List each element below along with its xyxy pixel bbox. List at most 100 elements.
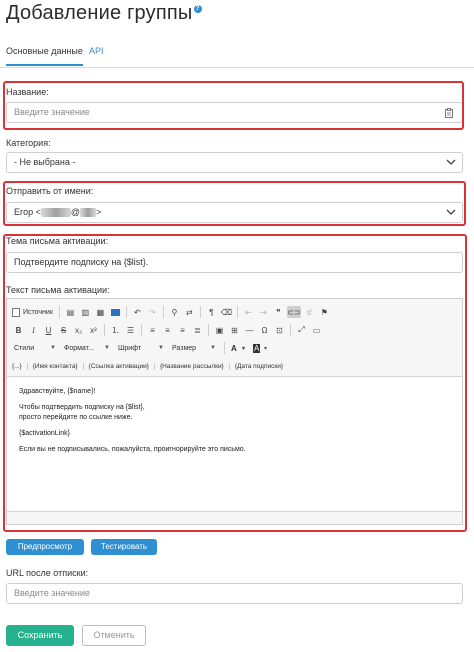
- tab-main-data[interactable]: Основные данные: [6, 46, 83, 66]
- font-label: Шрифт: [118, 344, 142, 352]
- redacted-email-user: [40, 208, 71, 218]
- toolbar-separator: [208, 324, 209, 336]
- unsubscribe-url-placeholder: Введите значение: [14, 588, 90, 598]
- maximize-icon[interactable]: ⤢: [295, 324, 308, 336]
- dropdown-arrow-icon: ▾: [241, 345, 245, 352]
- blockquote-icon[interactable]: ❞: [272, 306, 285, 318]
- insert-activation-link-button[interactable]: {Ссылка активации}: [89, 362, 155, 370]
- clipboard-icon[interactable]: [445, 108, 453, 118]
- align-left-icon[interactable]: ≡: [146, 324, 159, 336]
- toolbar-separator: [224, 342, 225, 354]
- redo-icon[interactable]: ↷: [146, 306, 159, 318]
- dropdown-arrow-icon: ▾: [263, 345, 267, 352]
- name-placeholder: Введите значение: [14, 107, 90, 117]
- chevron-down-icon: [446, 209, 456, 215]
- redacted-email-domain: [80, 208, 96, 218]
- editor-paragraph: Здравствуйте, {$name}!: [19, 388, 96, 395]
- toolbar-row-2: B I U S x₂ x² ⒈ ☰ ≡ ≡ ≡ ≣ ▣ ⊞ ― Ω ⊡ ⤢ ▭: [12, 323, 325, 337]
- align-right-icon[interactable]: ≡: [176, 324, 189, 336]
- activation-subject-value: Подтвердите подписку на {$list}.: [14, 257, 149, 267]
- link-icon[interactable]: ⊂⊃: [286, 306, 301, 318]
- special-char-icon[interactable]: Ω: [258, 324, 271, 336]
- align-center-icon[interactable]: ≡: [161, 324, 174, 336]
- paste-word-icon[interactable]: ▦: [94, 306, 107, 318]
- insert-contact-name-button[interactable]: {Имя контакта}: [33, 362, 84, 370]
- indent-decrease-icon[interactable]: ⇤: [242, 306, 255, 318]
- toolbar-separator: [141, 324, 142, 336]
- font-dropdown[interactable]: Шрифт ▼: [116, 342, 166, 354]
- size-label: Размер: [172, 344, 197, 352]
- insert-subscribe-date-button[interactable]: {Дата подписки}: [235, 363, 288, 370]
- table-icon[interactable]: ⊞: [228, 324, 241, 336]
- unlink-icon[interactable]: ⊄: [303, 306, 316, 318]
- align-justify-icon[interactable]: ≣: [191, 324, 204, 336]
- editor-paragraph: просто перейдите по ссылке ниже.: [19, 414, 133, 421]
- category-value: - Не выбрана -: [14, 157, 76, 167]
- clean-icon[interactable]: ⌫: [220, 306, 233, 318]
- indent-increase-icon[interactable]: ⇥: [257, 306, 270, 318]
- tab-api[interactable]: API: [89, 46, 104, 64]
- text-color-label: A: [231, 343, 237, 353]
- editor-toolbar: Источник ▤ ▥ ▦ ↶ ↷ ⚲ ⇄ ¶ ⌫ ⇤ ⇥ ❞ ⊂⊃ ⊄ ⚑ …: [7, 299, 462, 377]
- remove-format-icon[interactable]: ¶: [205, 306, 218, 318]
- find-icon[interactable]: ⚲: [168, 306, 181, 318]
- dropdown-arrow-icon: ▼: [210, 345, 216, 351]
- tab-bar: Основные данные API: [0, 40, 474, 68]
- source-button[interactable]: Источник: [12, 307, 53, 317]
- bg-color-button[interactable]: A ▾: [251, 342, 269, 354]
- preview-button[interactable]: Предпросмотр: [6, 539, 84, 555]
- insert-list-name-button[interactable]: {Название рассылки}: [160, 362, 230, 370]
- save-button[interactable]: Сохранить: [6, 625, 74, 646]
- toolbar-separator: [104, 324, 105, 336]
- paste-icon[interactable]: ▤: [64, 306, 77, 318]
- styles-label: Стили: [14, 344, 35, 352]
- subscript-icon[interactable]: x₂: [72, 324, 85, 336]
- underline-icon[interactable]: U: [42, 324, 55, 336]
- styles-dropdown[interactable]: Стили ▼: [12, 342, 58, 354]
- text-color-button[interactable]: A ▾: [229, 342, 247, 354]
- paste-text-icon[interactable]: ▥: [79, 306, 92, 318]
- image-icon[interactable]: ▣: [213, 324, 226, 336]
- name-input[interactable]: Введите значение: [6, 102, 463, 123]
- editor-paragraph: {$activationLink}: [19, 430, 70, 437]
- sender-select[interactable]: Егор < @ >: [6, 202, 463, 223]
- undo-icon[interactable]: ↶: [131, 306, 144, 318]
- editor-resize-bar[interactable]: [7, 511, 462, 524]
- iframe-icon[interactable]: ⊡: [273, 324, 286, 336]
- bulleted-list-icon[interactable]: ☰: [124, 324, 137, 336]
- toolbar-separator: [162, 306, 164, 318]
- chevron-down-icon: [446, 159, 456, 165]
- strikethrough-icon[interactable]: S: [57, 324, 70, 336]
- help-icon[interactable]: ?: [193, 5, 202, 13]
- editor-paragraph: Если вы не подписывались, пожалуйста, пр…: [19, 446, 246, 453]
- horizontal-line-icon[interactable]: ―: [243, 324, 256, 336]
- bg-color-label: A: [253, 343, 261, 353]
- category-select[interactable]: - Не выбрана -: [6, 152, 463, 173]
- activation-subject-input[interactable]: Подтвердите подписку на {$list}.: [6, 252, 463, 273]
- sender-label: Отправить от имени:: [6, 186, 94, 196]
- editor-paragraph: Чтобы подтвердить подписку на {$list},: [19, 404, 145, 411]
- category-label: Категория:: [6, 138, 51, 148]
- numbered-list-icon[interactable]: ⒈: [109, 324, 122, 336]
- rich-text-editor[interactable]: Источник ▤ ▥ ▦ ↶ ↷ ⚲ ⇄ ¶ ⌫ ⇤ ⇥ ❞ ⊂⊃ ⊄ ⚑ …: [6, 298, 463, 525]
- sender-value-prefix: Егор <: [14, 207, 41, 217]
- replace-icon[interactable]: ⇄: [183, 306, 196, 318]
- cancel-button[interactable]: Отменить: [82, 625, 146, 646]
- show-blocks-icon[interactable]: ▭: [310, 324, 323, 336]
- test-button[interactable]: Тестировать: [91, 539, 157, 555]
- unsubscribe-url-label: URL после отписки:: [6, 568, 89, 578]
- italic-icon[interactable]: I: [27, 324, 40, 336]
- toolbar-separator: [58, 306, 60, 318]
- placeholder-menu-button[interactable]: {...}: [12, 362, 28, 370]
- unsubscribe-url-input[interactable]: Введите значение: [6, 583, 463, 604]
- template-icon[interactable]: [109, 306, 122, 318]
- anchor-flag-icon[interactable]: ⚑: [318, 306, 331, 318]
- dropdown-arrow-icon: ▼: [104, 345, 110, 351]
- format-dropdown[interactable]: Формат... ▼: [62, 342, 112, 354]
- bold-icon[interactable]: B: [12, 324, 25, 336]
- editor-content[interactable]: Здравствуйте, {$name}! Чтобы подтвердить…: [19, 387, 449, 461]
- toolbar-separator: [125, 306, 127, 318]
- size-dropdown[interactable]: Размер ▼: [170, 342, 218, 354]
- source-label: Источник: [23, 308, 53, 316]
- superscript-icon[interactable]: x²: [87, 324, 100, 336]
